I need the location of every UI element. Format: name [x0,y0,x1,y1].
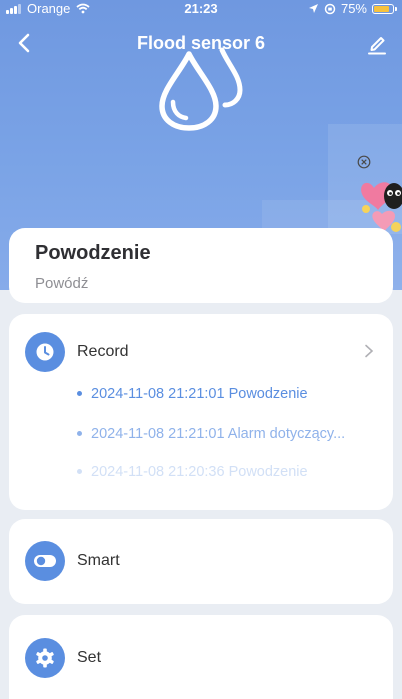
smart-icon-circle [25,541,65,581]
record-entry-text: 2024-11-08 21:21:01 Powodzenie [91,386,308,402]
pencil-icon[interactable] [364,30,390,56]
status-card: Powodzenie Powódź [9,228,393,303]
clock-icon [36,343,54,361]
chevron-right-icon[interactable] [363,344,375,358]
status-bar: Orange 21:23 75% [0,0,402,18]
smart-label: Smart [77,552,120,569]
smart-card[interactable]: Smart [9,519,393,604]
location-arrow-icon [308,4,318,13]
bullet-dot [77,430,82,436]
close-icon[interactable] [357,155,371,169]
battery-percentage: 75% [340,1,367,16]
battery-level [374,5,389,12]
set-label: Set [77,649,102,666]
record-entry[interactable]: 2024-11-08 21:20:36 Powodzenie [77,464,375,480]
record-icon-circle [25,332,65,372]
record-label: Record [77,343,129,360]
toggle-icon [34,555,56,567]
rotation-lock-icon [324,3,336,14]
bullet-dot [77,390,82,396]
record-entry[interactable]: 2024-11-08 21:21:01 Powodzenie [77,386,375,402]
record-card[interactable]: Record 2024-11-08 21:21:01 Powodzenie 20… [9,314,393,510]
record-entry-text: 2024-11-08 21:20:36 Powodzenie [91,464,308,480]
gear-icon [36,648,54,668]
record-entry-text: 2024-11-08 21:21:01 Alarm dotyczący... [91,426,346,442]
battery-icon [372,3,397,14]
bullet-dot [77,468,82,474]
record-entry[interactable]: 2024-11-08 21:21:01 Alarm dotyczący... [77,426,375,442]
settings-card[interactable]: Set [9,615,393,699]
status-subtitle: Powódź [35,275,89,292]
set-icon-circle [25,638,65,678]
water-drops-icon [159,47,243,131]
status-title: Powodzenie [35,242,151,264]
